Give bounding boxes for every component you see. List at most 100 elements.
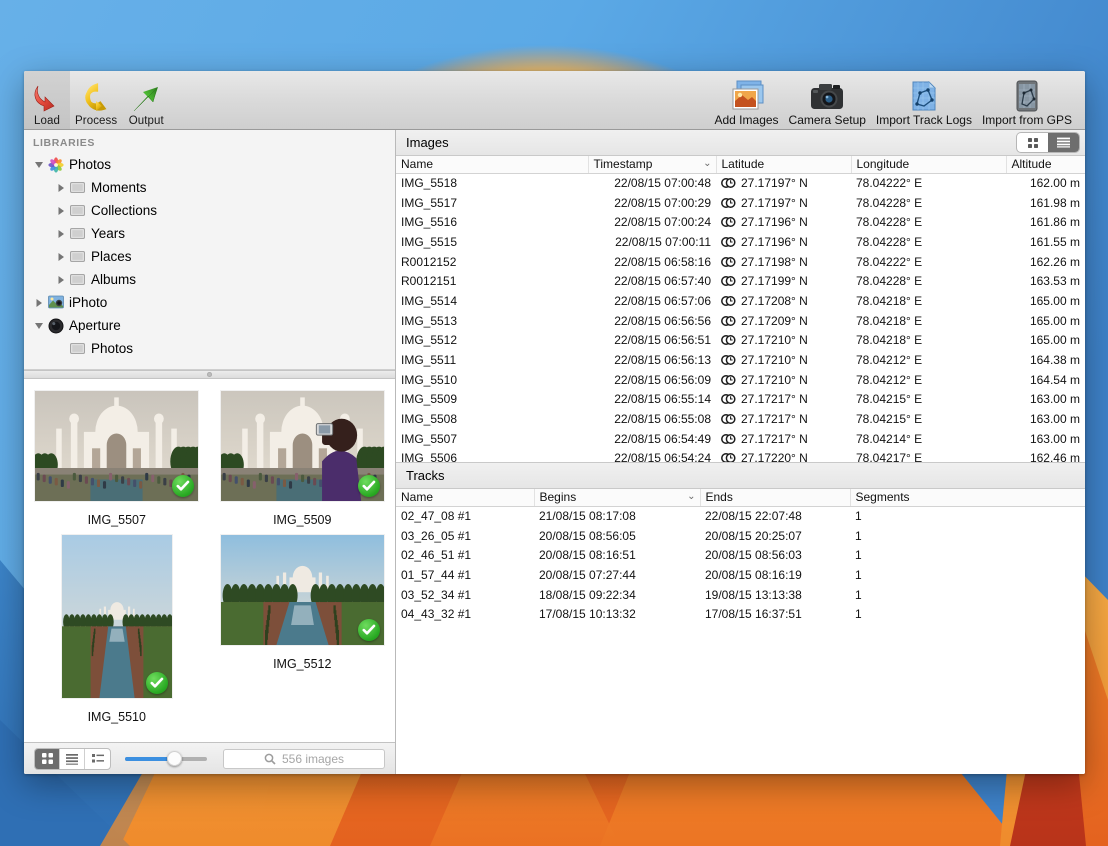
slider-fill — [125, 757, 173, 761]
tree-twisty-right-icon[interactable] — [54, 206, 68, 216]
tracks-table-row[interactable]: 03_26_05 #120/08/15 08:56:0520/08/15 20:… — [396, 526, 1085, 546]
images-table-row[interactable]: IMG_551322/08/15 06:56:5627.17209° N78.0… — [396, 311, 1085, 331]
cell-timestamp: 22/08/15 06:55:14 — [588, 390, 716, 410]
images-table-row[interactable]: R001215222/08/15 06:58:1627.17198° N78.0… — [396, 252, 1085, 272]
libraries-tree-panel: LIBRARIES PhotosMomentsCollectionsYearsP… — [24, 130, 395, 370]
view-mode-detail-button[interactable] — [85, 749, 110, 769]
tracks-table-row[interactable]: 02_46_51 #120/08/15 08:16:5120/08/15 08:… — [396, 545, 1085, 565]
sidebar-tree-item-years[interactable]: Years — [24, 222, 395, 245]
sidebar-tree-item-iphoto[interactable]: iPhoto — [24, 291, 395, 314]
cell-timestamp: 22/08/15 06:58:16 — [588, 252, 716, 272]
tree-twisty-right-icon[interactable] — [54, 252, 68, 262]
sidebar-tree-item-albums[interactable]: Albums — [24, 268, 395, 291]
tracks-list-scroll[interactable]: NameBegins⌄EndsSegments 02_47_08 #121/08… — [396, 489, 1085, 774]
browser-search-field[interactable]: 556 images — [223, 749, 385, 769]
images-table-row[interactable]: IMG_551722/08/15 07:00:2927.17197° N78.0… — [396, 193, 1085, 213]
thumbnail-size-slider[interactable] — [125, 749, 207, 769]
images-table-row[interactable]: IMG_550722/08/15 06:54:4927.17217° N78.0… — [396, 429, 1085, 449]
cell-altitude: 165.00 m — [1006, 311, 1085, 331]
sidebar-split-handle[interactable] — [24, 370, 395, 379]
images-table-row[interactable]: IMG_551422/08/15 06:57:0627.17208° N78.0… — [396, 291, 1085, 311]
images-list-view-button[interactable] — [1048, 133, 1079, 152]
tree-twisty-right-icon[interactable] — [54, 229, 68, 239]
sidebar-tree-item-aperture[interactable]: Aperture — [24, 314, 395, 337]
view-mode-grid-button[interactable] — [35, 749, 60, 769]
cell-name: IMG_5511 — [396, 350, 588, 370]
images-table-row[interactable]: R001215122/08/15 06:57:4027.17199° N78.0… — [396, 271, 1085, 291]
tree-twisty-right-icon[interactable] — [32, 298, 46, 308]
images-table-row[interactable]: IMG_551022/08/15 06:56:0927.17210° N78.0… — [396, 370, 1085, 390]
view-mode-segmented-control[interactable] — [34, 748, 111, 770]
sidebar-tree-item-photos[interactable]: Photos — [24, 337, 395, 360]
column-header-altitude[interactable]: Altitude — [1006, 156, 1085, 173]
images-table-row[interactable]: IMG_550922/08/15 06:55:1427.17217° N78.0… — [396, 390, 1085, 410]
sidebar-tree-item-moments[interactable]: Moments — [24, 176, 395, 199]
thumbnail-image-wrapper[interactable] — [221, 391, 384, 501]
thumbnail-cell[interactable]: IMG_5510 — [24, 535, 210, 732]
tree-twisty-down-icon[interactable] — [32, 160, 46, 170]
toolbar-button-import-from-gps-label: Import from GPS — [982, 113, 1072, 127]
images-table-row[interactable]: IMG_551522/08/15 07:00:1127.17196° N78.0… — [396, 232, 1085, 252]
toolbar-button-import-track-logs[interactable]: Import Track Logs — [871, 77, 977, 129]
images-table-row[interactable]: IMG_551622/08/15 07:00:2427.17196° N78.0… — [396, 212, 1085, 232]
thumbnail-cell[interactable]: IMG_5507 — [24, 391, 210, 535]
folder-icon — [68, 204, 87, 217]
toolbar-button-output-label: Output — [129, 115, 164, 127]
cell-name: IMG_5518 — [396, 173, 588, 193]
images-table-row[interactable]: IMG_550622/08/15 06:54:2427.17220° N78.0… — [396, 449, 1085, 462]
column-header-begins[interactable]: Begins⌄ — [534, 489, 700, 506]
column-header-name[interactable]: Name — [396, 156, 588, 173]
toolbar-button-import-from-gps[interactable]: Import from GPS — [977, 77, 1077, 129]
images-thumbnail-view-button[interactable] — [1017, 133, 1048, 152]
cell-latitude: 27.17210° N — [716, 370, 851, 390]
thumbnail-image-wrapper[interactable] — [62, 535, 172, 698]
photos-app-icon — [46, 157, 65, 173]
sidebar-tree-item-places[interactable]: Places — [24, 245, 395, 268]
cell-altitude: 163.00 m — [1006, 390, 1085, 410]
cell-name: R0012152 — [396, 252, 588, 272]
thumbnail-label: IMG_5512 — [273, 657, 331, 671]
cell-timestamp: 22/08/15 06:54:24 — [588, 449, 716, 462]
thumbnail-image-wrapper[interactable] — [221, 535, 384, 645]
images-list-scroll[interactable]: NameTimestamp⌄LatitudeLongitudeAltitude … — [396, 156, 1085, 462]
cell-ends: 22/08/15 22:07:48 — [700, 506, 850, 526]
thumbnail-browser[interactable]: IMG_5507IMG_5509IMG_5510 IMG_5512 — [24, 379, 395, 742]
column-header-ends[interactable]: Ends — [700, 489, 850, 506]
images-pane-header: Images — [396, 130, 1085, 156]
tree-twisty-down-icon[interactable] — [32, 321, 46, 331]
sidebar-tree-item-collections[interactable]: Collections — [24, 199, 395, 222]
toolbar-button-process[interactable]: Process — [70, 71, 122, 129]
column-header-timestamp[interactable]: Timestamp⌄ — [588, 156, 716, 173]
thumbnail-image-wrapper[interactable] — [35, 391, 198, 501]
column-header-longitude[interactable]: Longitude — [851, 156, 1006, 173]
images-table-row[interactable]: IMG_551122/08/15 06:56:1327.17210° N78.0… — [396, 350, 1085, 370]
tracks-table-row[interactable]: 03_52_34 #118/08/15 09:22:3419/08/15 13:… — [396, 585, 1085, 605]
tree-twisty-right-icon[interactable] — [54, 275, 68, 285]
tree-twisty-right-icon[interactable] — [54, 183, 68, 193]
thumbnail-cell[interactable]: IMG_5512 — [210, 535, 396, 732]
sidebar-tree-item-photos[interactable]: Photos — [24, 153, 395, 176]
cell-ends: 19/08/15 13:13:38 — [700, 585, 850, 605]
column-header-segments[interactable]: Segments — [850, 489, 1085, 506]
toolbar-button-output[interactable]: Output — [122, 71, 170, 129]
column-header-latitude[interactable]: Latitude — [716, 156, 851, 173]
tracks-table-row[interactable]: 04_43_32 #117/08/15 10:13:3217/08/15 16:… — [396, 604, 1085, 624]
column-header-name[interactable]: Name — [396, 489, 534, 506]
thumbnail-cell[interactable]: IMG_5509 — [210, 391, 396, 535]
column-header-label: Timestamp — [594, 157, 653, 171]
tracks-table-row[interactable]: 02_47_08 #121/08/15 08:17:0822/08/15 22:… — [396, 506, 1085, 526]
view-mode-list-button[interactable] — [60, 749, 85, 769]
toolbar-button-add-images[interactable]: Add Images — [710, 77, 784, 129]
images-table-row[interactable]: IMG_551222/08/15 06:56:5127.17210° N78.0… — [396, 331, 1085, 351]
cell-longitude: 78.04212° E — [851, 350, 1006, 370]
output-arrow-icon — [127, 81, 165, 115]
images-table-row[interactable]: IMG_550822/08/15 06:55:0827.17217° N78.0… — [396, 409, 1085, 429]
cell-track-name: 02_47_08 #1 — [396, 506, 534, 526]
toolbar-button-load[interactable]: Load — [24, 71, 70, 129]
images-table-row[interactable]: IMG_551822/08/15 07:00:4827.17197° N78.0… — [396, 173, 1085, 193]
tracks-table-row[interactable]: 01_57_44 #120/08/15 07:27:4420/08/15 08:… — [396, 565, 1085, 585]
toolbar-button-camera-setup[interactable]: Camera Setup — [784, 77, 871, 129]
images-view-segmented-control[interactable] — [1017, 133, 1079, 152]
cell-begins: 20/08/15 08:56:05 — [534, 526, 700, 546]
slider-knob[interactable] — [167, 751, 182, 766]
